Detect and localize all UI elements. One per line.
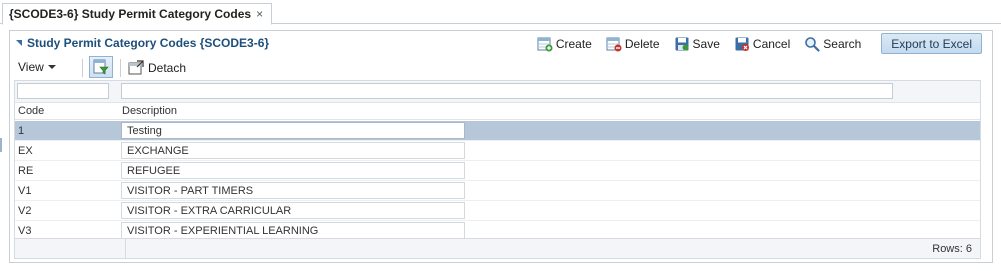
table-row[interactable]: RE REFUGEE	[15, 161, 980, 181]
save-button[interactable]: Save	[674, 36, 720, 52]
tab-study-permit-category-codes[interactable]: {SCODE3-6} Study Permit Category Codes ×	[2, 3, 273, 25]
description-cell[interactable]: VISITOR - EXTRA CARRICULAR	[121, 202, 465, 219]
grid-toolbar: View Detach	[10, 56, 992, 80]
row-count: Rows: 6	[932, 243, 972, 255]
cancel-icon	[735, 37, 749, 51]
table-row[interactable]: EX EXCHANGE	[15, 141, 980, 161]
description-cell[interactable]: VISITOR - EXPERIENTIAL LEARNING	[121, 222, 465, 238]
toolbar-divider	[120, 59, 121, 77]
description-filter-input[interactable]	[121, 83, 893, 99]
code-cell: V2	[18, 205, 32, 217]
toolbar-divider	[82, 59, 83, 77]
view-menu[interactable]: View	[18, 60, 56, 74]
tab-label: {SCODE3-6} Study Permit Category Codes	[9, 7, 252, 21]
cancel-button[interactable]: Cancel	[734, 36, 790, 52]
code-cell: EX	[18, 145, 33, 157]
search-icon	[805, 36, 820, 52]
code-cell: 1	[18, 125, 25, 137]
description-cell[interactable]: EXCHANGE	[121, 142, 465, 159]
code-cell: RE	[18, 165, 34, 177]
description-cell[interactable]: Testing	[121, 122, 465, 139]
create-button[interactable]: Create	[537, 36, 592, 52]
footer-divider	[125, 239, 126, 258]
description-cell[interactable]: REFUGEE	[121, 162, 465, 179]
panel-title-text: Study Permit Category Codes {SCODE3-6}	[27, 36, 270, 50]
header-actions: Create Delete Save Cancel Search Export …	[537, 33, 982, 54]
table-row[interactable]: V3 VISITOR - EXPERIENTIAL LEARNING	[15, 221, 980, 238]
code-cell: V1	[18, 185, 32, 197]
table-row[interactable]: V1 VISITOR - PART TIMERS	[15, 181, 980, 201]
filter-row	[15, 81, 980, 103]
code-cell: V3	[18, 225, 32, 237]
save-icon	[675, 37, 689, 50]
query-by-example-button[interactable]	[89, 56, 113, 78]
table-row[interactable]: V2 VISITOR - EXTRA CARRICULAR	[15, 201, 980, 221]
detach-icon	[128, 60, 144, 75]
code-filter-input[interactable]	[17, 83, 109, 99]
description-cell[interactable]: VISITOR - PART TIMERS	[121, 182, 465, 199]
detach-label: Detach	[148, 61, 187, 75]
close-icon[interactable]: ×	[256, 7, 263, 21]
create-label: Create	[555, 36, 592, 51]
column-header-description[interactable]: Description	[122, 105, 177, 117]
collapse-arrow-icon[interactable]	[16, 40, 22, 46]
chevron-down-icon	[47, 65, 56, 69]
panel-title[interactable]: Study Permit Category Codes {SCODE3-6}	[16, 36, 269, 50]
column-header-code[interactable]: Code	[18, 105, 44, 117]
view-label: View	[18, 60, 44, 74]
codes-table: Code Description 1 Testing EX EXCHANGE R…	[14, 80, 981, 239]
cancel-label: Cancel	[752, 36, 791, 51]
create-icon	[537, 37, 553, 51]
search-button[interactable]: Search	[804, 36, 861, 52]
panel-header: Study Permit Category Codes {SCODE3-6} C…	[10, 31, 992, 56]
save-label: Save	[692, 36, 720, 51]
detach-button[interactable]: Detach	[128, 60, 186, 76]
table-row[interactable]: 1 Testing	[15, 121, 980, 141]
column-header-row: Code Description	[15, 103, 980, 120]
tab-strip: {SCODE3-6} Study Permit Category Codes ×	[0, 0, 1001, 25]
export-to-excel-button[interactable]: Export to Excel	[881, 33, 982, 54]
table-footer: Rows: 6	[14, 239, 981, 259]
delete-button[interactable]: Delete	[606, 36, 660, 52]
search-label: Search	[823, 36, 862, 51]
filter-icon	[93, 59, 109, 75]
delete-icon	[606, 37, 622, 51]
side-indicator	[0, 138, 2, 152]
codes-panel: Study Permit Category Codes {SCODE3-6} C…	[9, 30, 993, 263]
delete-label: Delete	[624, 36, 660, 51]
